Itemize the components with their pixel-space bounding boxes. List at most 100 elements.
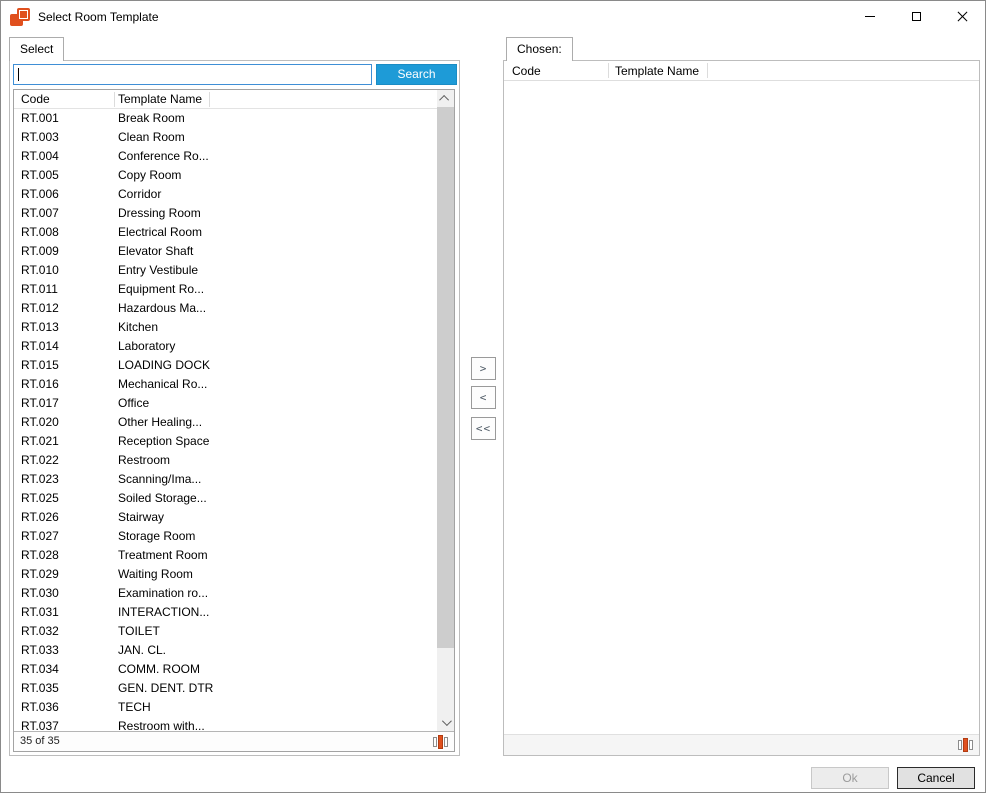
column-header-template-name[interactable]: Template Name <box>615 61 699 81</box>
table-row[interactable]: RT.023 Scanning/Ima... <box>14 470 437 489</box>
cell-template-name: Dressing Room <box>118 204 435 223</box>
table-row[interactable]: RT.037 Restroom with... <box>14 717 437 731</box>
search-field-wrap <box>13 64 372 85</box>
window-title: Select Room Template <box>38 10 159 24</box>
cell-code: RT.029 <box>21 565 114 584</box>
cell-code: RT.030 <box>21 584 114 603</box>
templates-status-bar: 35 of 35 <box>14 731 454 751</box>
table-row[interactable]: RT.013 Kitchen <box>14 318 437 337</box>
cell-code: RT.015 <box>21 356 114 375</box>
table-row[interactable]: RT.011 Equipment Ro... <box>14 280 437 299</box>
cell-template-name: Examination ro... <box>118 584 435 603</box>
column-bar <box>969 740 973 750</box>
table-row[interactable]: RT.021 Reception Space <box>14 432 437 451</box>
cell-code: RT.004 <box>21 147 114 166</box>
cell-template-name: Soiled Storage... <box>118 489 435 508</box>
cell-code: RT.016 <box>21 375 114 394</box>
table-row[interactable]: RT.016 Mechanical Ro... <box>14 375 437 394</box>
cell-code: RT.013 <box>21 318 114 337</box>
ok-button[interactable]: Ok <box>811 767 889 789</box>
table-row[interactable]: RT.012 Hazardous Ma... <box>14 299 437 318</box>
minimize-button[interactable] <box>847 1 893 32</box>
cell-code: RT.010 <box>21 261 114 280</box>
cell-template-name: TOILET <box>118 622 435 641</box>
move-left-button[interactable]: < <box>471 386 496 409</box>
cell-code: RT.034 <box>21 660 114 679</box>
column-chooser-icon[interactable] <box>958 738 974 752</box>
cell-template-name: Waiting Room <box>118 565 435 584</box>
table-row[interactable]: RT.026 Stairway <box>14 508 437 527</box>
cell-code: RT.011 <box>21 280 114 299</box>
table-row[interactable]: RT.022 Restroom <box>14 451 437 470</box>
cell-code: RT.033 <box>21 641 114 660</box>
cell-code: RT.031 <box>21 603 114 622</box>
cell-code: RT.021 <box>21 432 114 451</box>
column-divider <box>209 92 210 107</box>
cell-template-name: Corridor <box>118 185 435 204</box>
cancel-button[interactable]: Cancel <box>897 767 975 789</box>
templates-listbox: Code Template Name RT.001 Break Room RT.… <box>13 89 455 752</box>
table-row[interactable]: RT.001 Break Room <box>14 109 437 128</box>
templates-rows: RT.001 Break Room RT.003 Clean Room RT.0… <box>14 109 437 731</box>
column-header-code[interactable]: Code <box>512 61 541 81</box>
table-row[interactable]: RT.009 Elevator Shaft <box>14 242 437 261</box>
vertical-scrollbar[interactable] <box>437 90 454 731</box>
table-row[interactable]: RT.015 LOADING DOCK <box>14 356 437 375</box>
cell-template-name: Elevator Shaft <box>118 242 435 261</box>
column-bar <box>958 740 962 750</box>
table-row[interactable]: RT.020 Other Healing... <box>14 413 437 432</box>
cell-code: RT.022 <box>21 451 114 470</box>
cell-template-name: Restroom with... <box>118 717 435 731</box>
table-row[interactable]: RT.035 GEN. DENT. DTR <box>14 679 437 698</box>
search-button[interactable]: Search <box>376 64 457 85</box>
column-chooser-icon[interactable] <box>433 735 449 749</box>
cell-code: RT.006 <box>21 185 114 204</box>
column-header-template-name[interactable]: Template Name <box>118 90 206 109</box>
table-row[interactable]: RT.032 TOILET <box>14 622 437 641</box>
table-row[interactable]: RT.004 Conference Ro... <box>14 147 437 166</box>
cell-code: RT.012 <box>21 299 114 318</box>
app-icon-front-square <box>17 8 30 21</box>
table-row[interactable]: RT.014 Laboratory <box>14 337 437 356</box>
table-row[interactable]: RT.010 Entry Vestibule <box>14 261 437 280</box>
table-row[interactable]: RT.008 Electrical Room <box>14 223 437 242</box>
tab-select[interactable]: Select <box>9 37 64 61</box>
cell-template-name: Reception Space <box>118 432 435 451</box>
chosen-rows <box>504 81 979 734</box>
table-row[interactable]: RT.034 COMM. ROOM <box>14 660 437 679</box>
move-all-left-button[interactable]: << <box>471 417 496 440</box>
scrollbar-thumb[interactable] <box>437 107 454 648</box>
table-row[interactable]: RT.036 TECH <box>14 698 437 717</box>
cell-template-name: Scanning/Ima... <box>118 470 435 489</box>
cell-code: RT.023 <box>21 470 114 489</box>
column-divider <box>114 92 115 107</box>
maximize-button[interactable] <box>893 1 939 32</box>
table-row[interactable]: RT.033 JAN. CL. <box>14 641 437 660</box>
cell-code: RT.008 <box>21 223 114 242</box>
table-row[interactable]: RT.017 Office <box>14 394 437 413</box>
cell-template-name: Kitchen <box>118 318 435 337</box>
close-button[interactable] <box>939 1 985 32</box>
table-row[interactable]: RT.029 Waiting Room <box>14 565 437 584</box>
table-row[interactable]: RT.027 Storage Room <box>14 527 437 546</box>
table-row[interactable]: RT.006 Corridor <box>14 185 437 204</box>
table-row[interactable]: RT.028 Treatment Room <box>14 546 437 565</box>
column-bar-highlight <box>438 735 443 749</box>
table-row[interactable]: RT.007 Dressing Room <box>14 204 437 223</box>
tab-chosen[interactable]: Chosen: <box>506 37 573 61</box>
table-row[interactable]: RT.030 Examination ro... <box>14 584 437 603</box>
column-header-code[interactable]: Code <box>21 90 111 109</box>
move-right-button[interactable]: > <box>471 357 496 380</box>
table-row[interactable]: RT.025 Soiled Storage... <box>14 489 437 508</box>
cell-template-name: Equipment Ro... <box>118 280 435 299</box>
table-row[interactable]: RT.005 Copy Room <box>14 166 437 185</box>
scrollbar-down-button[interactable] <box>437 714 454 731</box>
table-row[interactable]: RT.003 Clean Room <box>14 128 437 147</box>
cell-code: RT.025 <box>21 489 114 508</box>
search-input[interactable] <box>14 65 371 84</box>
table-row[interactable]: RT.031 INTERACTION... <box>14 603 437 622</box>
chosen-table-header: Code Template Name <box>504 61 979 81</box>
cell-template-name: Treatment Room <box>118 546 435 565</box>
scrollbar-up-button[interactable] <box>437 90 454 107</box>
cell-template-name: Stairway <box>118 508 435 527</box>
